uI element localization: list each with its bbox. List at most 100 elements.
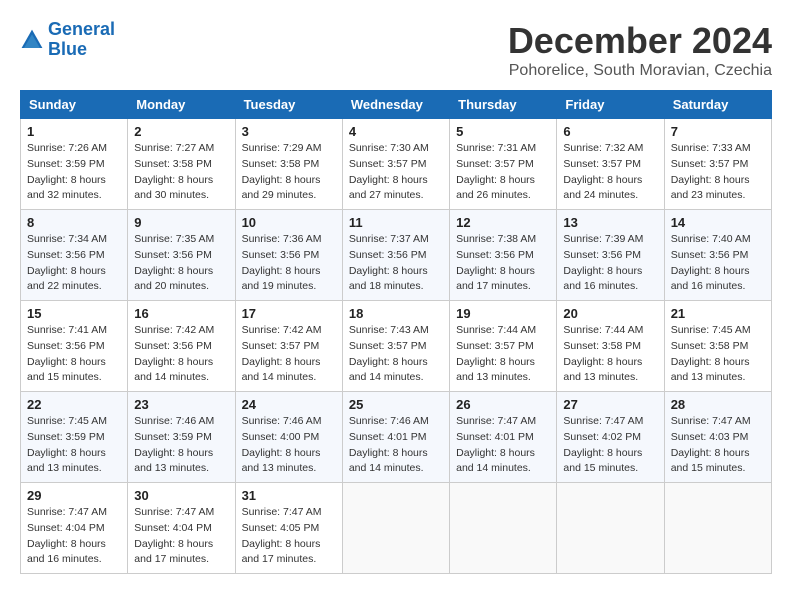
day-info: Sunrise: 7:43 AM Sunset: 3:57 PM Dayligh…: [349, 323, 443, 386]
day-number: 29: [27, 488, 121, 503]
day-info: Sunrise: 7:47 AM Sunset: 4:04 PM Dayligh…: [134, 505, 228, 568]
calendar-week-1: 1Sunrise: 7:26 AM Sunset: 3:59 PM Daylig…: [21, 119, 772, 210]
header-monday: Monday: [128, 91, 235, 119]
calendar-cell: 6 Sunrise: 7:32 AM Sunset: 3:57 PM Daylig…: [557, 119, 664, 210]
calendar-cell: 9 Sunrise: 7:35 AM Sunset: 3:56 PM Daylig…: [128, 210, 235, 301]
calendar-cell: 22Sunrise: 7:45 AM Sunset: 3:59 PM Dayli…: [21, 392, 128, 483]
header-sunday: Sunday: [21, 91, 128, 119]
day-number: 10: [242, 215, 336, 230]
header-friday: Friday: [557, 91, 664, 119]
calendar-week-2: 8 Sunrise: 7:34 AM Sunset: 3:56 PM Daylig…: [21, 210, 772, 301]
logo-icon: [20, 28, 44, 52]
calendar-cell: [450, 483, 557, 574]
calendar-week-5: 29 Sunrise: 7:47 AM Sunset: 4:04 PM Dayli…: [21, 483, 772, 574]
day-number: 6: [563, 124, 657, 139]
day-info: Sunrise: 7:47 AM Sunset: 4:02 PM Dayligh…: [563, 414, 657, 477]
calendar-cell: 24 Sunrise: 7:46 AM Sunset: 4:00 PM Dayli…: [235, 392, 342, 483]
calendar-cell: 5 Sunrise: 7:31 AM Sunset: 3:57 PM Daylig…: [450, 119, 557, 210]
day-info: Sunrise: 7:47 AM Sunset: 4:03 PM Dayligh…: [671, 414, 765, 477]
page-header: General Blue December 2024 Pohorelice, S…: [20, 20, 772, 80]
day-number: 2: [134, 124, 228, 139]
day-info: Sunrise: 7:45 AM Sunset: 3:59 PM Dayligh…: [27, 414, 121, 477]
calendar-cell: 7 Sunrise: 7:33 AM Sunset: 3:57 PM Daylig…: [664, 119, 771, 210]
day-info: Sunrise: 7:37 AM Sunset: 3:56 PM Dayligh…: [349, 232, 443, 295]
day-info: Sunrise: 7:27 AM Sunset: 3:58 PM Dayligh…: [134, 141, 228, 204]
calendar-cell: 8 Sunrise: 7:34 AM Sunset: 3:56 PM Daylig…: [21, 210, 128, 301]
day-info: Sunrise: 7:26 AM Sunset: 3:59 PM Dayligh…: [27, 141, 121, 204]
calendar-cell: 15 Sunrise: 7:41 AM Sunset: 3:56 PM Dayli…: [21, 301, 128, 392]
header-wednesday: Wednesday: [342, 91, 449, 119]
calendar-table: SundayMondayTuesdayWednesdayThursdayFrid…: [20, 90, 772, 574]
logo: General Blue: [20, 20, 115, 60]
calendar-cell: 29 Sunrise: 7:47 AM Sunset: 4:04 PM Dayli…: [21, 483, 128, 574]
calendar-title: December 2024: [508, 20, 772, 62]
day-number: 28: [671, 397, 765, 412]
calendar-cell: 28 Sunrise: 7:47 AM Sunset: 4:03 PM Dayli…: [664, 392, 771, 483]
calendar-cell: 17 Sunrise: 7:42 AM Sunset: 3:57 PM Dayli…: [235, 301, 342, 392]
day-info: Sunrise: 7:47 AM Sunset: 4:04 PM Dayligh…: [27, 505, 121, 568]
day-info: Sunrise: 7:32 AM Sunset: 3:57 PM Dayligh…: [563, 141, 657, 204]
day-info: Sunrise: 7:44 AM Sunset: 3:58 PM Dayligh…: [563, 323, 657, 386]
day-info: Sunrise: 7:41 AM Sunset: 3:56 PM Dayligh…: [27, 323, 121, 386]
calendar-cell: 30 Sunrise: 7:47 AM Sunset: 4:04 PM Dayli…: [128, 483, 235, 574]
calendar-cell: 31 Sunrise: 7:47 AM Sunset: 4:05 PM Dayli…: [235, 483, 342, 574]
calendar-cell: 12 Sunrise: 7:38 AM Sunset: 3:56 PM Dayli…: [450, 210, 557, 301]
day-number: 24: [242, 397, 336, 412]
calendar-cell: 16 Sunrise: 7:42 AM Sunset: 3:56 PM Dayli…: [128, 301, 235, 392]
calendar-cell: 14 Sunrise: 7:40 AM Sunset: 3:56 PM Dayli…: [664, 210, 771, 301]
calendar-subtitle: Pohorelice, South Moravian, Czechia: [508, 62, 772, 80]
day-info: Sunrise: 7:36 AM Sunset: 3:56 PM Dayligh…: [242, 232, 336, 295]
day-number: 19: [456, 306, 550, 321]
calendar-cell: 11Sunrise: 7:37 AM Sunset: 3:56 PM Dayli…: [342, 210, 449, 301]
day-number: 9: [134, 215, 228, 230]
day-info: Sunrise: 7:35 AM Sunset: 3:56 PM Dayligh…: [134, 232, 228, 295]
header-saturday: Saturday: [664, 91, 771, 119]
day-info: Sunrise: 7:33 AM Sunset: 3:57 PM Dayligh…: [671, 141, 765, 204]
day-info: Sunrise: 7:42 AM Sunset: 3:56 PM Dayligh…: [134, 323, 228, 386]
day-number: 25: [349, 397, 443, 412]
day-number: 12: [456, 215, 550, 230]
day-info: Sunrise: 7:42 AM Sunset: 3:57 PM Dayligh…: [242, 323, 336, 386]
calendar-cell: [557, 483, 664, 574]
calendar-cell: 2 Sunrise: 7:27 AM Sunset: 3:58 PM Daylig…: [128, 119, 235, 210]
day-number: 5: [456, 124, 550, 139]
day-info: Sunrise: 7:44 AM Sunset: 3:57 PM Dayligh…: [456, 323, 550, 386]
day-number: 8: [27, 215, 121, 230]
day-number: 13: [563, 215, 657, 230]
day-info: Sunrise: 7:47 AM Sunset: 4:05 PM Dayligh…: [242, 505, 336, 568]
day-info: Sunrise: 7:45 AM Sunset: 3:58 PM Dayligh…: [671, 323, 765, 386]
day-info: Sunrise: 7:46 AM Sunset: 4:00 PM Dayligh…: [242, 414, 336, 477]
calendar-cell: 20Sunrise: 7:44 AM Sunset: 3:58 PM Dayli…: [557, 301, 664, 392]
day-number: 21: [671, 306, 765, 321]
calendar-cell: 10 Sunrise: 7:36 AM Sunset: 3:56 PM Dayli…: [235, 210, 342, 301]
day-info: Sunrise: 7:39 AM Sunset: 3:56 PM Dayligh…: [563, 232, 657, 295]
day-number: 15: [27, 306, 121, 321]
calendar-cell: 1Sunrise: 7:26 AM Sunset: 3:59 PM Daylig…: [21, 119, 128, 210]
day-info: Sunrise: 7:38 AM Sunset: 3:56 PM Dayligh…: [456, 232, 550, 295]
day-info: Sunrise: 7:31 AM Sunset: 3:57 PM Dayligh…: [456, 141, 550, 204]
calendar-cell: 3Sunrise: 7:29 AM Sunset: 3:58 PM Daylig…: [235, 119, 342, 210]
day-info: Sunrise: 7:40 AM Sunset: 3:56 PM Dayligh…: [671, 232, 765, 295]
calendar-cell: 4 Sunrise: 7:30 AM Sunset: 3:57 PM Daylig…: [342, 119, 449, 210]
day-number: 16: [134, 306, 228, 321]
calendar-cell: 18Sunrise: 7:43 AM Sunset: 3:57 PM Dayli…: [342, 301, 449, 392]
day-number: 31: [242, 488, 336, 503]
header-thursday: Thursday: [450, 91, 557, 119]
day-number: 7: [671, 124, 765, 139]
calendar-cell: 21 Sunrise: 7:45 AM Sunset: 3:58 PM Dayli…: [664, 301, 771, 392]
logo-line1: General: [48, 19, 115, 39]
day-info: Sunrise: 7:30 AM Sunset: 3:57 PM Dayligh…: [349, 141, 443, 204]
day-number: 27: [563, 397, 657, 412]
calendar-cell: 26Sunrise: 7:47 AM Sunset: 4:01 PM Dayli…: [450, 392, 557, 483]
logo-text: General Blue: [48, 20, 115, 60]
day-info: Sunrise: 7:34 AM Sunset: 3:56 PM Dayligh…: [27, 232, 121, 295]
calendar-header-row: SundayMondayTuesdayWednesdayThursdayFrid…: [21, 91, 772, 119]
day-number: 30: [134, 488, 228, 503]
day-info: Sunrise: 7:46 AM Sunset: 4:01 PM Dayligh…: [349, 414, 443, 477]
day-number: 4: [349, 124, 443, 139]
calendar-cell: 23Sunrise: 7:46 AM Sunset: 3:59 PM Dayli…: [128, 392, 235, 483]
day-number: 14: [671, 215, 765, 230]
day-info: Sunrise: 7:46 AM Sunset: 3:59 PM Dayligh…: [134, 414, 228, 477]
day-number: 17: [242, 306, 336, 321]
day-info: Sunrise: 7:29 AM Sunset: 3:58 PM Dayligh…: [242, 141, 336, 204]
